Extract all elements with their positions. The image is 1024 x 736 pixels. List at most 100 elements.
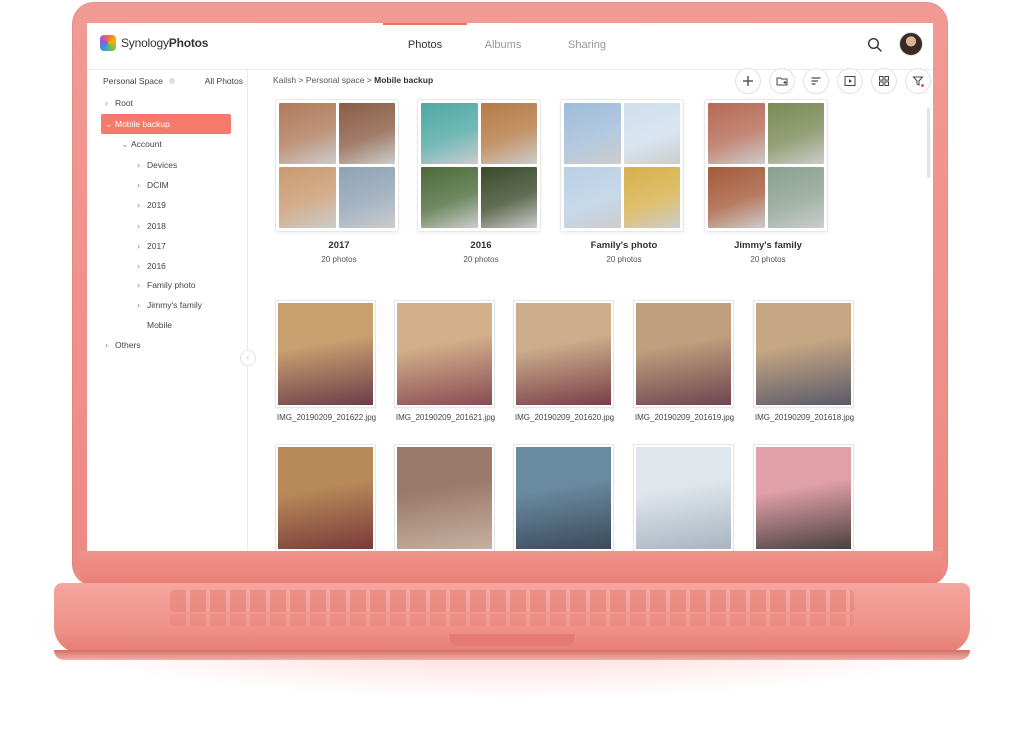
scrollbar[interactable] xyxy=(927,108,930,178)
tab-photos[interactable]: Photos xyxy=(383,23,467,69)
sidebar-item-account[interactable]: ⌄ Account xyxy=(121,134,162,154)
search-icon[interactable] xyxy=(867,37,883,53)
album-thumb xyxy=(623,167,680,228)
space-selector[interactable]: Personal Space All Photos xyxy=(103,76,243,86)
chevron-right-icon[interactable]: › xyxy=(105,335,115,355)
laptop-keyboard xyxy=(170,590,854,612)
chevron-right-icon[interactable]: › xyxy=(137,236,147,256)
album-thumb xyxy=(767,167,824,228)
photo-filename: IMG_20190209_201620.jpg xyxy=(514,413,615,422)
sidebar-item-dcim[interactable]: › DCIM xyxy=(137,175,169,195)
photo-thumbnail[interactable]: IMG_20190209_201621.jpg xyxy=(394,300,497,422)
chevron-right-icon[interactable]: › xyxy=(137,256,147,276)
photo-frame xyxy=(753,444,854,551)
app-logo[interactable]: SynologyPhotos xyxy=(100,35,208,51)
main-tabs: Photos Albums Sharing xyxy=(383,23,629,69)
sidebar-item-label: Family photo xyxy=(147,280,196,290)
album-count: 20 photos xyxy=(606,255,642,264)
chevron-right-icon[interactable]: › xyxy=(137,175,147,195)
album-card[interactable]: Jimmy's family 20 photos xyxy=(704,99,832,264)
sidebar-item-label: Jimmy's family xyxy=(147,300,202,310)
sidebar-item-label: DCIM xyxy=(147,180,169,190)
all-photos-link[interactable]: All Photos xyxy=(205,76,243,86)
album-thumb xyxy=(708,167,765,228)
photo-frame xyxy=(275,444,376,551)
photo-image xyxy=(756,447,851,549)
tab-sharing[interactable]: Sharing xyxy=(545,23,629,69)
photo-thumbnail[interactable] xyxy=(753,444,856,551)
photo-thumbnail[interactable] xyxy=(513,444,616,551)
album-card[interactable]: 2016 20 photos xyxy=(417,99,545,264)
photo-thumbnail[interactable]: IMG_20190209_201619.jpg xyxy=(633,300,736,422)
avatar[interactable] xyxy=(899,32,923,56)
photo-image xyxy=(636,303,731,405)
sidebar-item-mobile-backup[interactable]: ⌄ Mobile backup xyxy=(101,114,231,134)
chevron-right-icon[interactable]: › xyxy=(137,155,147,175)
space-label: Personal Space xyxy=(103,76,164,86)
album-title: Jimmy's family xyxy=(734,240,802,251)
slideshow-button[interactable] xyxy=(837,68,863,94)
chevron-right-icon[interactable]: › xyxy=(137,295,147,315)
laptop-keyboard-row xyxy=(170,614,854,626)
album-card[interactable]: Family's photo 20 photos xyxy=(560,99,688,264)
chevron-right-icon[interactable]: › xyxy=(137,195,147,215)
breadcrumb-path[interactable]: Kailsh > Personal space > xyxy=(273,75,374,85)
album-count: 20 photos xyxy=(750,255,786,264)
sidebar-item-label: Mobile xyxy=(147,320,173,330)
album-card[interactable]: 2017 20 photos xyxy=(275,99,403,264)
laptop-hinge-notch xyxy=(449,634,575,646)
sidebar-item-2016[interactable]: › 2016 xyxy=(137,256,166,276)
sidebar-item-2019[interactable]: › 2019 xyxy=(137,195,166,215)
sidebar-item-label: 2019 xyxy=(147,200,166,210)
add-folder-button[interactable] xyxy=(769,68,795,94)
sidebar-item-family-photo[interactable]: › Family photo xyxy=(137,275,196,295)
photo-frame xyxy=(275,300,376,408)
album-thumb xyxy=(338,167,395,228)
slideshow-icon xyxy=(844,76,856,86)
sort-icon xyxy=(811,77,821,85)
photo-image xyxy=(756,303,851,405)
album-thumb xyxy=(421,167,478,228)
sidebar: Personal Space All Photos › Root ⌄ Mobil… xyxy=(87,70,256,551)
collapse-sidebar-button[interactable]: ‹ xyxy=(240,350,256,366)
tab-albums[interactable]: Albums xyxy=(461,23,545,69)
sidebar-item-2017[interactable]: › 2017 xyxy=(137,236,166,256)
chevron-right-icon[interactable]: › xyxy=(105,93,115,113)
photo-thumbnail[interactable]: IMG_20190209_201618.jpg xyxy=(753,300,856,422)
chevron-right-icon[interactable]: › xyxy=(137,216,147,236)
sidebar-item-mobile[interactable]: Mobile xyxy=(137,315,172,335)
sort-button[interactable] xyxy=(803,68,829,94)
sidebar-item-label: Root xyxy=(115,98,133,108)
chevron-down-icon[interactable]: ⌄ xyxy=(121,134,131,154)
photo-frame xyxy=(633,444,734,551)
filter-active-dot xyxy=(921,84,924,87)
sidebar-item-2018[interactable]: › 2018 xyxy=(137,216,166,236)
filter-button[interactable] xyxy=(905,68,931,94)
add-button[interactable] xyxy=(735,68,761,94)
breadcrumb: Kailsh > Personal space > Mobile backup xyxy=(273,75,433,85)
album-thumb xyxy=(708,103,765,164)
photo-filename: IMG_20190209_201622.jpg xyxy=(276,413,377,422)
photo-thumbnail[interactable]: IMG_20190209_201620.jpg xyxy=(513,300,616,422)
photo-filename: IMG_20190209_201621.jpg xyxy=(395,413,496,422)
add-folder-icon xyxy=(776,77,788,86)
sidebar-item-others[interactable]: › Others xyxy=(105,335,141,355)
sidebar-item-label: 2016 xyxy=(147,261,166,271)
chevron-down-icon[interactable]: ⌄ xyxy=(105,114,115,134)
sidebar-item-devices[interactable]: › Devices xyxy=(137,155,177,175)
album-thumb xyxy=(338,103,395,164)
grid-view-button[interactable] xyxy=(871,68,897,94)
sidebar-item-root[interactable]: › Root xyxy=(105,93,133,113)
photo-thumbnail[interactable]: IMG_20190209_201622.jpg xyxy=(275,300,378,422)
sidebar-item-jimmys-family[interactable]: › Jimmy's family xyxy=(137,295,202,315)
photo-image xyxy=(397,447,492,549)
dropdown-icon[interactable] xyxy=(169,78,176,84)
laptop-bezel-chin xyxy=(80,551,942,583)
photo-frame xyxy=(394,300,495,408)
photo-thumbnail[interactable] xyxy=(275,444,378,551)
chevron-right-icon[interactable]: › xyxy=(137,275,147,295)
photo-image xyxy=(397,303,492,405)
photo-thumbnail[interactable] xyxy=(394,444,497,551)
app-title-word1: Synology xyxy=(121,36,169,50)
photo-thumbnail[interactable] xyxy=(633,444,736,551)
